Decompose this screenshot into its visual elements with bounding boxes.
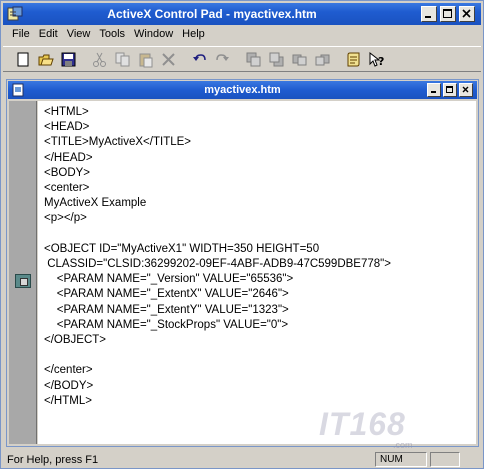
status-panel-empty [430, 452, 460, 467]
maximize-icon [446, 86, 453, 93]
minimize-button[interactable] [421, 6, 437, 22]
send-backward-icon [315, 54, 329, 65]
edit-object-icon[interactable] [15, 274, 31, 288]
num-lock-indicator: NUM [375, 452, 427, 467]
html-code-editor[interactable]: <HTML> <HEAD> <TITLE>MyActiveX</TITLE> </HE… [38, 101, 476, 444]
new-icon [17, 52, 28, 66]
code-line: </HTML> [44, 394, 92, 407]
redo-button [211, 48, 233, 70]
bring-to-front-icon [246, 52, 260, 66]
send-to-back-icon [269, 52, 283, 66]
code-line: <OBJECT ID="MyActiveX1" WIDTH=350 HEIGHT… [44, 242, 320, 255]
open-folder-button[interactable] [34, 48, 56, 70]
copy-button [111, 48, 133, 70]
menu-window[interactable]: Window [131, 26, 179, 44]
open-folder-icon [38, 54, 54, 65]
bring-forward-icon [292, 54, 306, 65]
code-line: <PARAM NAME="_ExtentY" VALUE="1323"> [44, 303, 289, 316]
status-bar: For Help, press F1 NUM [3, 451, 481, 468]
doc-maximize-button[interactable] [443, 83, 457, 97]
script-wizard-icon [347, 52, 359, 66]
redo-icon [215, 53, 229, 61]
script-wizard-button[interactable] [342, 48, 364, 70]
code-line: <p></p> [44, 212, 87, 225]
code-line: </BODY> [44, 379, 94, 392]
undo-icon [192, 53, 206, 61]
code-line: <PARAM NAME="_Version" VALUE="65536"> [44, 273, 294, 286]
maximize-button[interactable] [440, 6, 456, 22]
send-backward-button [311, 48, 333, 70]
code-line: MyActiveX Example [44, 197, 147, 210]
context-help-icon: ? [369, 51, 384, 68]
send-to-back-button [265, 48, 287, 70]
code-line: <PARAM NAME="_StockProps" VALUE="0"> [44, 318, 289, 331]
object-gutter [9, 101, 37, 444]
document-window: myactivex.htm <HTML> <HEAD> <TITLE>MyActiv… [6, 79, 479, 447]
menu-bar: File Edit View Tools Window Help [3, 26, 481, 44]
save-icon [61, 52, 75, 66]
svg-text:?: ? [378, 55, 384, 68]
code-line: <PARAM NAME="_ExtentX" VALUE="2646"> [44, 288, 289, 301]
paste-icon [139, 53, 152, 67]
code-line: <BODY> [44, 166, 91, 179]
context-help-button[interactable]: ? [365, 48, 387, 70]
bring-forward-button [288, 48, 310, 70]
code-line: </HEAD> [44, 151, 93, 164]
delete-button [157, 48, 179, 70]
window-title: ActiveX Control Pad - myactivex.htm [107, 7, 317, 21]
cut-icon [92, 52, 106, 67]
code-line: <TITLE>MyActiveX</TITLE> [44, 136, 191, 149]
document-title-bar[interactable]: myactivex.htm [8, 81, 477, 99]
menu-help[interactable]: Help [179, 26, 211, 44]
close-icon [462, 86, 469, 93]
menu-view[interactable]: View [64, 26, 97, 44]
paste-button [134, 48, 156, 70]
document-title: myactivex.htm [204, 84, 281, 96]
close-icon [462, 9, 471, 18]
save-button[interactable] [57, 48, 79, 70]
menu-edit[interactable]: Edit [36, 26, 64, 44]
toolbar: ? [3, 46, 481, 72]
code-line: </center> [44, 364, 93, 377]
watermark-logo: IT168 [319, 406, 406, 442]
bring-to-front-button [242, 48, 264, 70]
copy-icon [115, 52, 129, 66]
activex-control-pad-window: ActiveX Control Pad - myactivex.htm File… [0, 0, 484, 469]
minimize-icon [425, 16, 431, 18]
code-line: <center> [44, 182, 90, 194]
new-button[interactable] [11, 48, 33, 70]
code-line: CLASSID="CLSID:36299202-09EF-4ABF-ADB9-4… [44, 258, 391, 270]
cut-button [88, 48, 110, 70]
code-line: <HEAD> [44, 121, 90, 134]
code-line: </OBJECT> [44, 334, 106, 346]
delete-icon [161, 52, 175, 66]
title-bar[interactable]: ActiveX Control Pad - myactivex.htm [3, 3, 481, 25]
minimize-icon [431, 91, 436, 93]
menu-file[interactable]: File [9, 26, 36, 44]
maximize-icon [443, 9, 452, 18]
close-button[interactable] [459, 6, 475, 22]
undo-button[interactable] [188, 48, 210, 70]
status-help-text: For Help, press F1 [7, 454, 99, 466]
doc-minimize-button[interactable] [427, 83, 441, 97]
menu-tools[interactable]: Tools [96, 26, 131, 44]
code-line: <HTML> [44, 106, 89, 118]
doc-close-button[interactable] [459, 83, 473, 97]
watermark-domain: .com [393, 440, 413, 450]
